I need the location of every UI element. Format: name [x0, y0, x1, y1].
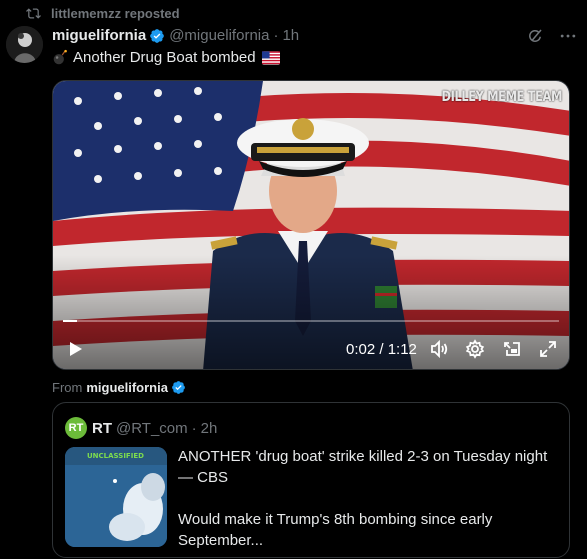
- video-frame: [53, 81, 569, 369]
- thumbnail-label: UNCLASSIFIED: [87, 452, 144, 460]
- from-attribution: From miguelifornia: [52, 380, 190, 395]
- grok-icon[interactable]: [526, 27, 544, 45]
- volume-icon[interactable]: [429, 339, 449, 359]
- repost-icon: [26, 7, 41, 19]
- video-player[interactable]: DILLEY MEME TEAM 0:02 / 1:12: [52, 80, 570, 370]
- quote-text-line1: ANOTHER 'drug boat' strike killed 2-3 on…: [178, 448, 548, 486]
- video-timecode: 0:02 / 1:12: [346, 341, 417, 358]
- from-author-link[interactable]: miguelifornia: [86, 380, 168, 395]
- verified-badge-icon: [172, 381, 185, 394]
- us-flag-emoji-icon: [261, 50, 280, 65]
- author-handle[interactable]: @miguelifornia: [169, 27, 269, 44]
- separator-dot: ·: [273, 27, 279, 44]
- tweet-text: Another Drug Boat bombed: [52, 49, 284, 66]
- quote-thumbnail[interactable]: UNCLASSIFIED: [65, 447, 167, 547]
- progress-bar[interactable]: [63, 320, 559, 322]
- author-name[interactable]: miguelifornia: [52, 27, 146, 44]
- quoted-tweet[interactable]: RT RT @RT_com · 2h UNCLASSIFIED ANOTHER …: [52, 402, 570, 558]
- quote-header: RT RT @RT_com · 2h: [65, 417, 217, 439]
- separator-dot: ·: [191, 419, 197, 437]
- video-watermark: DILLEY MEME TEAM: [441, 89, 562, 105]
- repost-indicator[interactable]: littlememzz reposted: [26, 5, 180, 21]
- avatar[interactable]: [6, 26, 43, 63]
- quote-author-name[interactable]: RT: [92, 420, 112, 437]
- bomb-emoji-icon: [53, 49, 67, 65]
- tweet-time[interactable]: 1h: [282, 27, 299, 44]
- rt-logo-avatar[interactable]: RT: [65, 417, 87, 439]
- repost-text: littlememzz reposted: [51, 5, 180, 21]
- pip-icon[interactable]: [502, 339, 522, 359]
- tweet-header: miguelifornia @miguelifornia · 1h: [52, 27, 299, 44]
- more-icon[interactable]: [558, 26, 578, 46]
- tweet-body: Another Drug Boat bombed: [73, 49, 256, 66]
- progress-fill: [63, 320, 77, 322]
- play-icon[interactable]: [65, 339, 85, 359]
- from-label: From: [52, 380, 83, 395]
- quote-time[interactable]: 2h: [201, 420, 218, 437]
- quote-author-handle[interactable]: @RT_com: [116, 420, 188, 437]
- fullscreen-icon[interactable]: [538, 339, 558, 359]
- quote-text-line2: Would make it Trump's 8th bombing since …: [178, 511, 493, 549]
- settings-icon[interactable]: [465, 339, 485, 359]
- verified-badge-icon: [150, 28, 165, 43]
- quote-text: ANOTHER 'drug boat' strike killed 2-3 on…: [178, 446, 563, 557]
